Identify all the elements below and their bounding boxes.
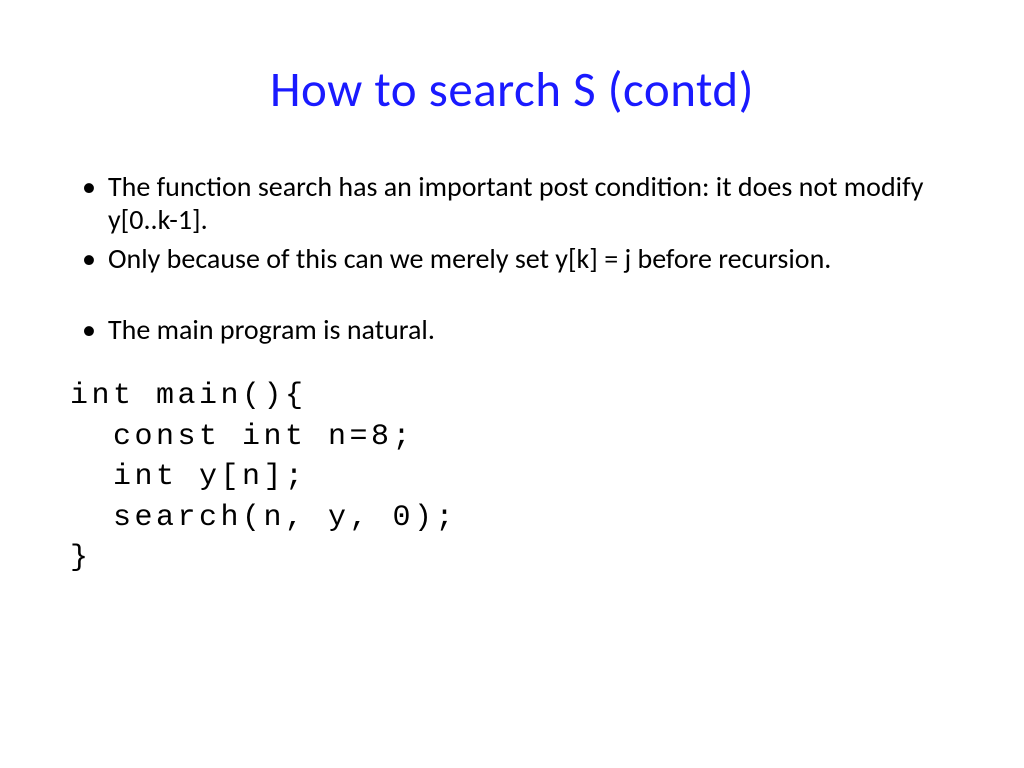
bullet-spacer [70, 281, 954, 313]
slide-title: How to search S (contd) [70, 60, 954, 120]
bullet-item: Only because of this can we merely set y… [70, 242, 954, 275]
slide: How to search S (contd) The function sea… [0, 0, 1024, 768]
code-block: int main(){ const int n=8; int y[n]; sea… [70, 376, 954, 579]
bullet-item: The main program is natural. [70, 313, 954, 346]
bullet-item: The function search has an important pos… [70, 170, 954, 236]
bullet-list: The function search has an important pos… [70, 170, 954, 346]
